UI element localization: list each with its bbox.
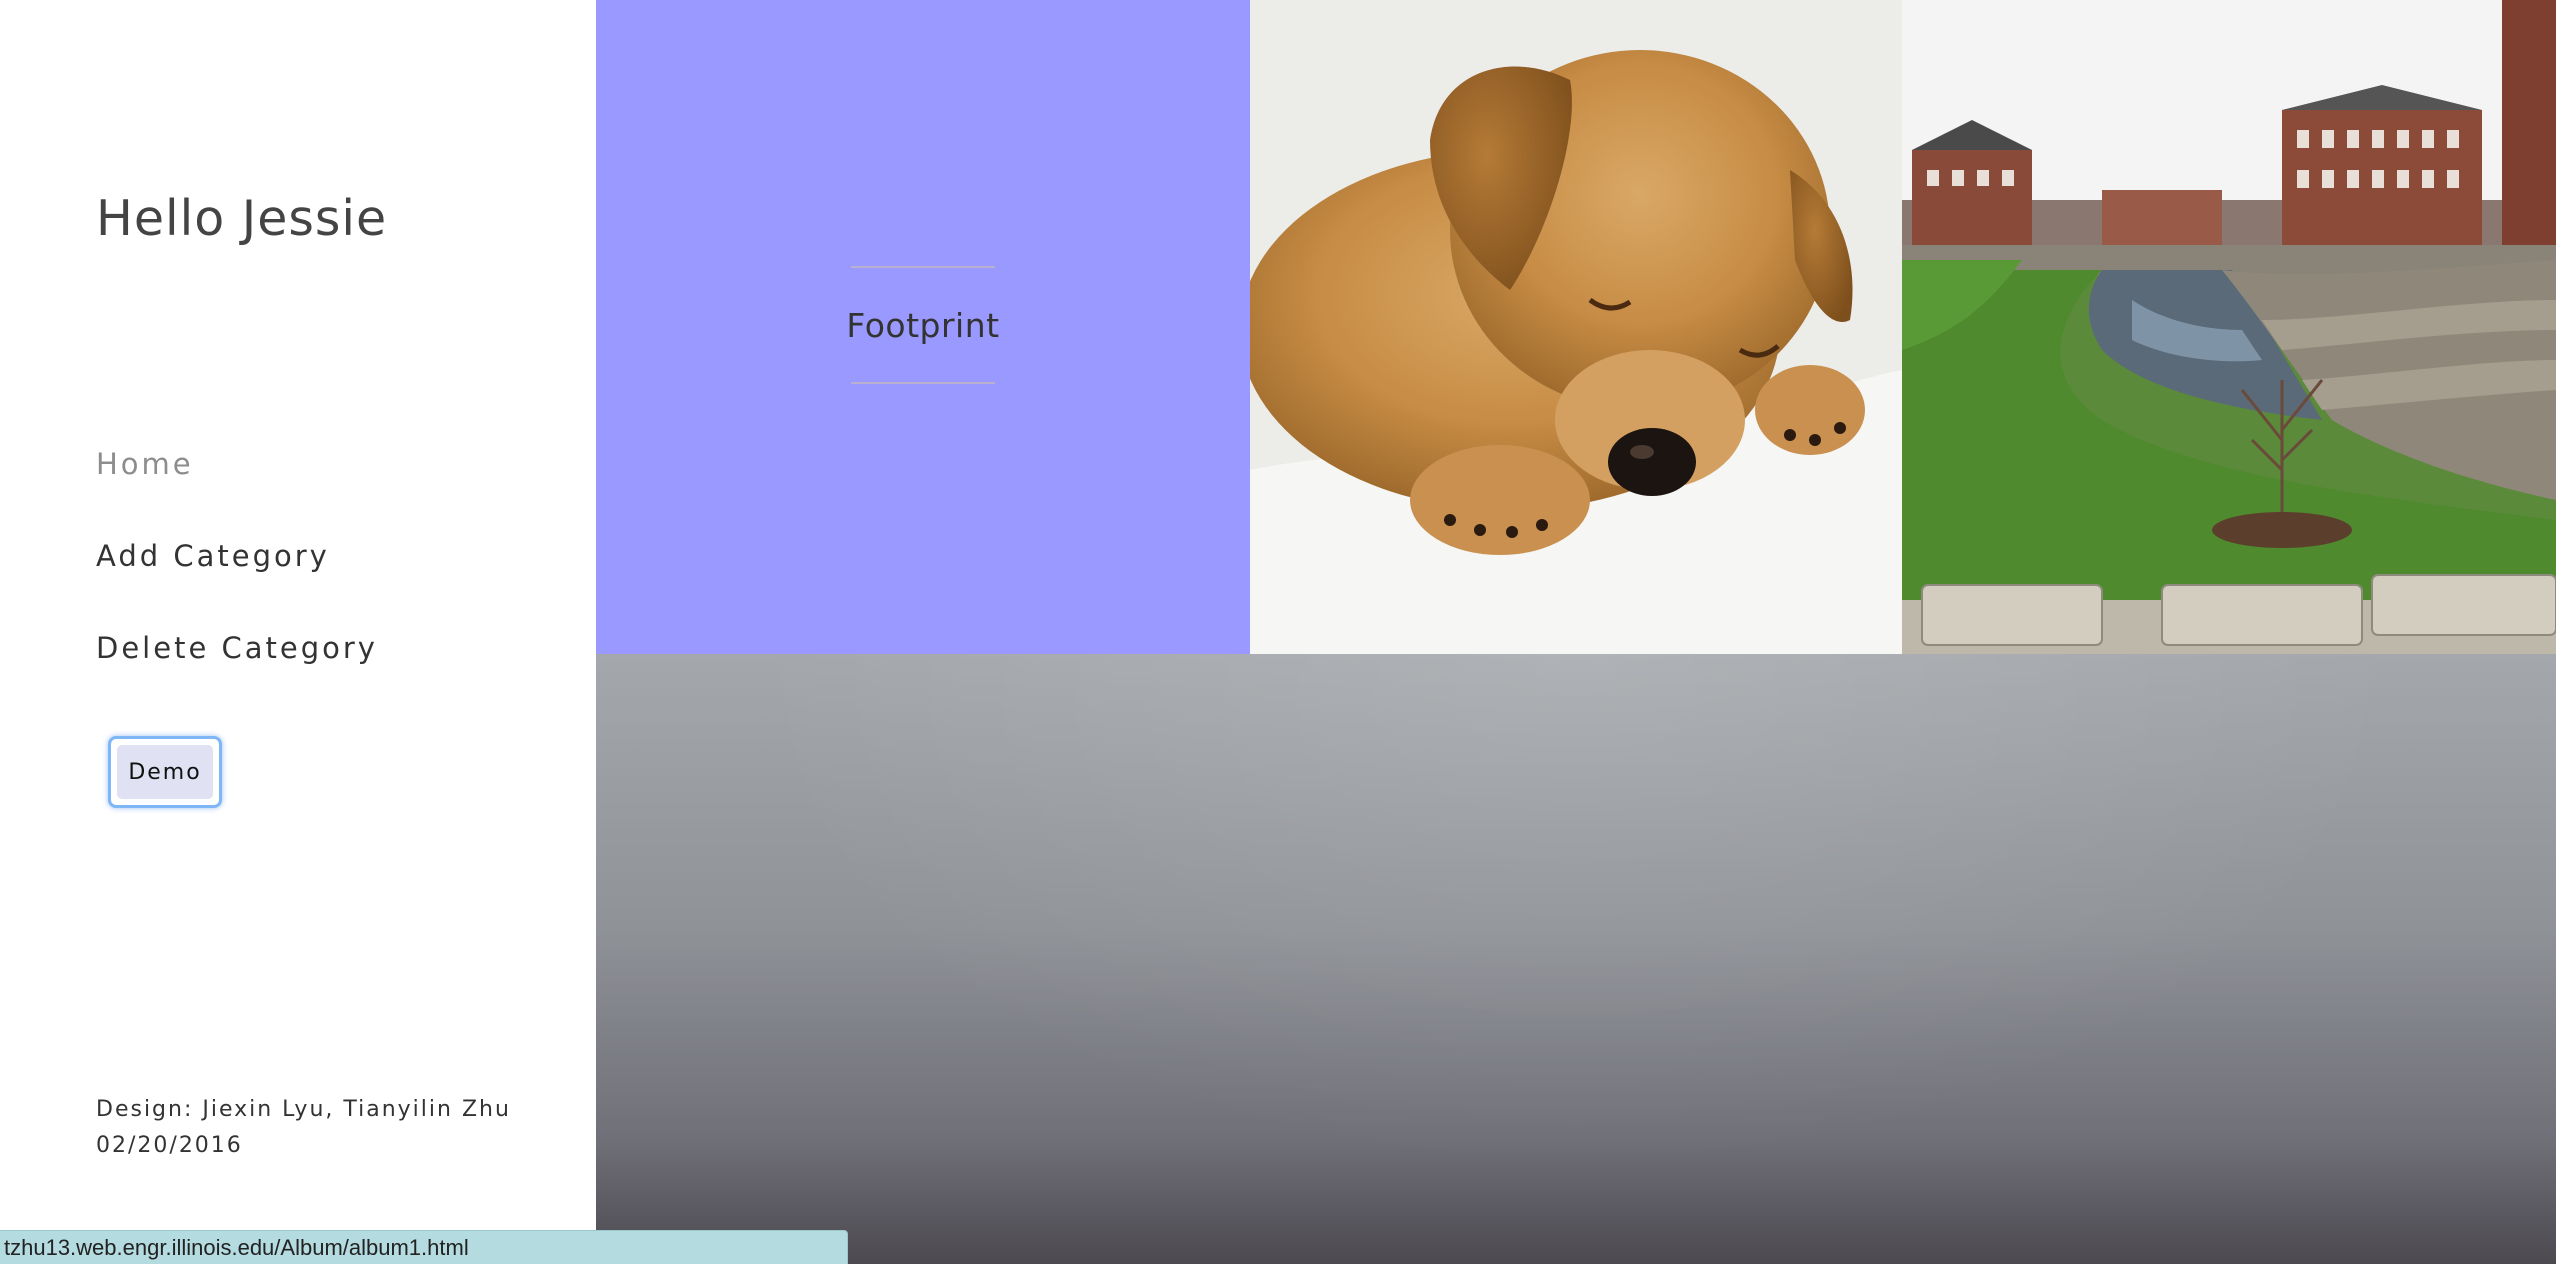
nav-item-home[interactable]: Home: [96, 442, 378, 534]
content-background: [596, 654, 2556, 1264]
nav-item-delete-category[interactable]: Delete Category: [96, 626, 378, 718]
credits: Design: Jiexin Lyu, Tianyilin Zhu 02/20/…: [96, 1092, 511, 1164]
campus-illustration: [1902, 0, 2556, 654]
sleeping-puppy-image[interactable]: [1250, 0, 1902, 654]
status-bar-url: tzhu13.web.engr.illinois.edu/Album/album…: [0, 1230, 848, 1264]
sidebar-nav: Home Add Category Delete Category: [96, 442, 378, 718]
demo-button[interactable]: Demo: [108, 736, 222, 808]
demo-button-label: Demo: [117, 745, 213, 799]
design-credit: Design: Jiexin Lyu, Tianyilin Zhu: [96, 1097, 511, 1122]
puppy-illustration: [1250, 0, 1902, 654]
sidebar: Hello Jessie Home Add Category Delete Ca…: [0, 0, 596, 1264]
album-title-tile[interactable]: Footprint: [596, 0, 1250, 654]
date-credit: 02/20/2016: [96, 1133, 243, 1158]
nav-item-add-category[interactable]: Add Category: [96, 534, 378, 626]
campus-creek-image[interactable]: [1902, 0, 2556, 654]
album-title: Footprint: [846, 266, 999, 384]
greeting-heading: Hello Jessie: [96, 190, 388, 247]
